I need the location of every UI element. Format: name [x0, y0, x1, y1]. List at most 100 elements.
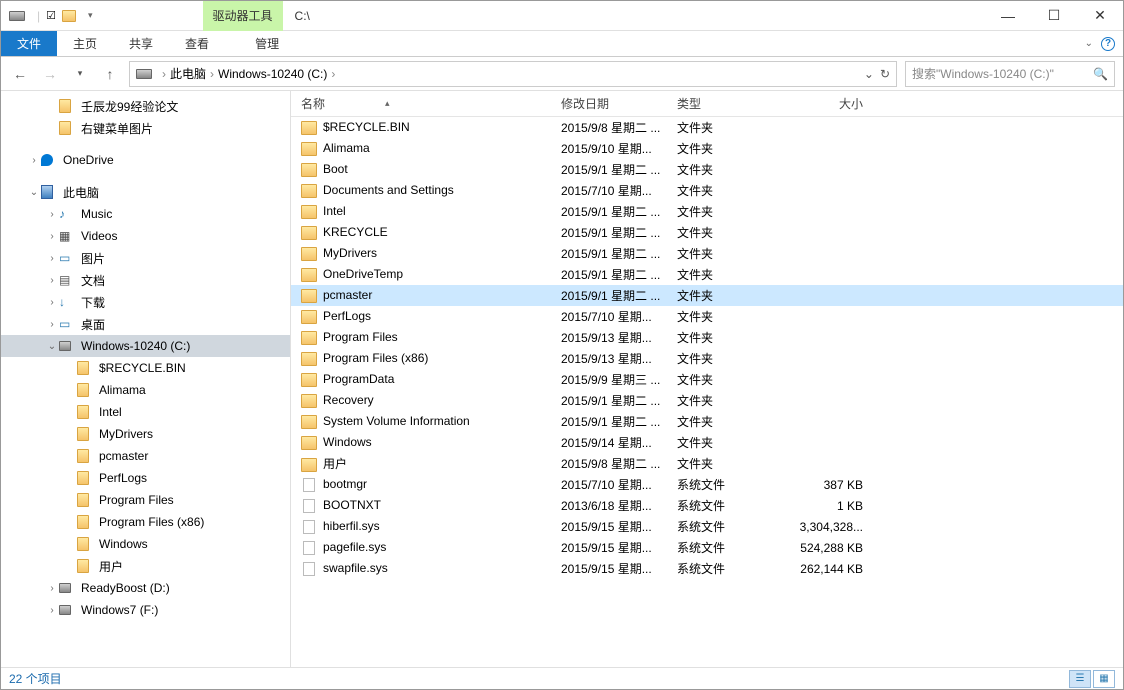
tree-node-label: 下载: [81, 294, 105, 311]
file-row[interactable]: Intel2015/9/1 星期二 ...文件夹: [291, 201, 1123, 222]
address-dropdown-icon[interactable]: ⌄: [864, 67, 874, 81]
file-row[interactable]: Program Files (x86)2015/9/13 星期...文件夹: [291, 348, 1123, 369]
folder-icon: [77, 404, 95, 420]
tree-node[interactable]: Alimama: [1, 379, 290, 401]
forward-button[interactable]: →: [39, 66, 61, 82]
tree-node[interactable]: ›ReadyBoost (D:): [1, 577, 290, 599]
tree-node[interactable]: pcmaster: [1, 445, 290, 467]
file-row[interactable]: Documents and Settings2015/7/10 星期...文件夹: [291, 180, 1123, 201]
file-row[interactable]: MyDrivers2015/9/1 星期二 ...文件夹: [291, 243, 1123, 264]
tree-node[interactable]: Program Files (x86): [1, 511, 290, 533]
folder-icon: [301, 352, 317, 366]
file-row[interactable]: OneDriveTemp2015/9/1 星期二 ...文件夹: [291, 264, 1123, 285]
contextual-tab-drive-tools[interactable]: 驱动器工具: [203, 1, 283, 31]
tree-node[interactable]: ⌄Windows-10240 (C:): [1, 335, 290, 357]
breadcrumb-this-pc[interactable]: 此电脑: [170, 65, 206, 82]
tab-file[interactable]: 文件: [1, 31, 57, 56]
help-icon[interactable]: ?: [1101, 37, 1115, 51]
file-row[interactable]: swapfile.sys2015/9/15 星期...系统文件262,144 K…: [291, 558, 1123, 579]
file-row[interactable]: BOOTNXT2013/6/18 星期...系统文件1 KB: [291, 495, 1123, 516]
chevron-down-icon[interactable]: ⌄: [45, 341, 59, 352]
chevron-right-icon[interactable]: ›: [45, 231, 59, 242]
chevron-right-icon[interactable]: ›: [45, 583, 59, 594]
qat-properties-icon[interactable]: ☑: [46, 9, 56, 22]
address-bar[interactable]: › 此电脑 › Windows-10240 (C:) › ⌄ ↻: [129, 61, 897, 87]
chevron-right-icon[interactable]: ›: [45, 319, 59, 330]
file-row[interactable]: pcmaster2015/9/1 星期二 ...文件夹: [291, 285, 1123, 306]
minimize-button[interactable]: —: [985, 1, 1031, 31]
file-row[interactable]: bootmgr2015/7/10 星期...系统文件387 KB: [291, 474, 1123, 495]
chevron-right-icon[interactable]: ›: [27, 155, 41, 166]
tree-node-label: pcmaster: [99, 449, 148, 463]
view-icons-icon[interactable]: ▦: [1093, 670, 1115, 688]
refresh-icon[interactable]: ↻: [880, 67, 890, 81]
back-button[interactable]: ←: [9, 66, 31, 82]
folder-icon: [77, 448, 95, 464]
chevron-right-icon[interactable]: ›: [45, 605, 59, 616]
cell-date: 2015/9/13 星期...: [551, 350, 667, 367]
tree-node[interactable]: ›OneDrive: [1, 149, 290, 171]
qat-dropdown-icon[interactable]: ▾: [88, 10, 93, 21]
breadcrumb-drive[interactable]: Windows-10240 (C:): [218, 67, 327, 81]
file-row[interactable]: Program Files2015/9/13 星期...文件夹: [291, 327, 1123, 348]
file-row[interactable]: Alimama2015/9/10 星期...文件夹: [291, 138, 1123, 159]
tree-node[interactable]: Intel: [1, 401, 290, 423]
file-row[interactable]: hiberfil.sys2015/9/15 星期...系统文件3,304,328…: [291, 516, 1123, 537]
file-row[interactable]: $RECYCLE.BIN2015/9/8 星期二 ...文件夹: [291, 117, 1123, 138]
file-list[interactable]: 名称 ▴ 修改日期 类型 大小 $RECYCLE.BIN2015/9/8 星期二…: [291, 91, 1123, 667]
file-row[interactable]: PerfLogs2015/7/10 星期...文件夹: [291, 306, 1123, 327]
tab-manage[interactable]: 管理: [239, 31, 295, 56]
chevron-right-icon[interactable]: ›: [45, 297, 59, 308]
tree-node[interactable]: 右键菜单图片: [1, 117, 290, 139]
cell-name: $RECYCLE.BIN: [291, 120, 551, 135]
close-button[interactable]: ✕: [1077, 1, 1123, 31]
column-type[interactable]: 类型: [667, 95, 783, 112]
tree-node[interactable]: ›文档: [1, 269, 290, 291]
tree-node[interactable]: › 下载: [1, 291, 290, 313]
tree-node[interactable]: Program Files: [1, 489, 290, 511]
view-details-icon[interactable]: ☰: [1069, 670, 1091, 688]
tab-view[interactable]: 查看: [169, 31, 225, 56]
tree-node[interactable]: ⌄此电脑: [1, 181, 290, 203]
up-button[interactable]: ↑: [99, 66, 121, 82]
file-row[interactable]: Recovery2015/9/1 星期二 ...文件夹: [291, 390, 1123, 411]
tree-node[interactable]: PerfLogs: [1, 467, 290, 489]
file-row[interactable]: Windows2015/9/14 星期...文件夹: [291, 432, 1123, 453]
tab-home[interactable]: 主页: [57, 31, 113, 56]
tree-node[interactable]: ›桌面: [1, 313, 290, 335]
tree-node[interactable]: ›图片: [1, 247, 290, 269]
tree-node[interactable]: 壬辰龙99经验论文: [1, 95, 290, 117]
tree-node[interactable]: ›Videos: [1, 225, 290, 247]
maximize-button[interactable]: ☐: [1031, 1, 1077, 31]
column-size[interactable]: 大小: [783, 95, 873, 112]
chevron-down-icon[interactable]: ⌄: [27, 187, 41, 198]
recent-dropdown-icon[interactable]: ▾: [69, 68, 91, 79]
chevron-right-icon[interactable]: ›: [331, 67, 335, 81]
search-box[interactable]: 搜索"Windows-10240 (C:)" 🔍: [905, 61, 1115, 87]
tree-node[interactable]: ›Windows7 (F:): [1, 599, 290, 621]
tree-node[interactable]: Windows: [1, 533, 290, 555]
tree-node[interactable]: MyDrivers: [1, 423, 290, 445]
file-row[interactable]: KRECYCLE2015/9/1 星期二 ...文件夹: [291, 222, 1123, 243]
tree-node[interactable]: ›Music: [1, 203, 290, 225]
chevron-right-icon[interactable]: ›: [162, 67, 166, 81]
file-row[interactable]: ProgramData2015/9/9 星期三 ...文件夹: [291, 369, 1123, 390]
chevron-right-icon[interactable]: ›: [210, 67, 214, 81]
file-row[interactable]: pagefile.sys2015/9/15 星期...系统文件524,288 K…: [291, 537, 1123, 558]
chevron-right-icon[interactable]: ›: [45, 209, 59, 220]
file-row[interactable]: 用户2015/9/8 星期二 ...文件夹: [291, 453, 1123, 474]
navigation-tree[interactable]: 壬辰龙99经验论文右键菜单图片 ›OneDrive ⌄此电脑›Music›Video…: [1, 91, 291, 667]
cell-type: 文件夹: [667, 161, 783, 178]
tree-node[interactable]: 用户: [1, 555, 290, 577]
qat-newfolder-icon[interactable]: [62, 9, 82, 23]
ribbon-expand-icon[interactable]: ⌄: [1085, 38, 1093, 49]
column-date[interactable]: 修改日期: [551, 95, 667, 112]
navigation-bar: ← → ▾ ↑ › 此电脑 › Windows-10240 (C:) › ⌄ ↻…: [1, 57, 1123, 91]
chevron-right-icon[interactable]: ›: [45, 275, 59, 286]
column-name[interactable]: 名称 ▴: [291, 95, 551, 112]
file-row[interactable]: Boot2015/9/1 星期二 ...文件夹: [291, 159, 1123, 180]
tree-node[interactable]: $RECYCLE.BIN: [1, 357, 290, 379]
file-row[interactable]: System Volume Information2015/9/1 星期二 ..…: [291, 411, 1123, 432]
tab-share[interactable]: 共享: [113, 31, 169, 56]
chevron-right-icon[interactable]: ›: [45, 253, 59, 264]
